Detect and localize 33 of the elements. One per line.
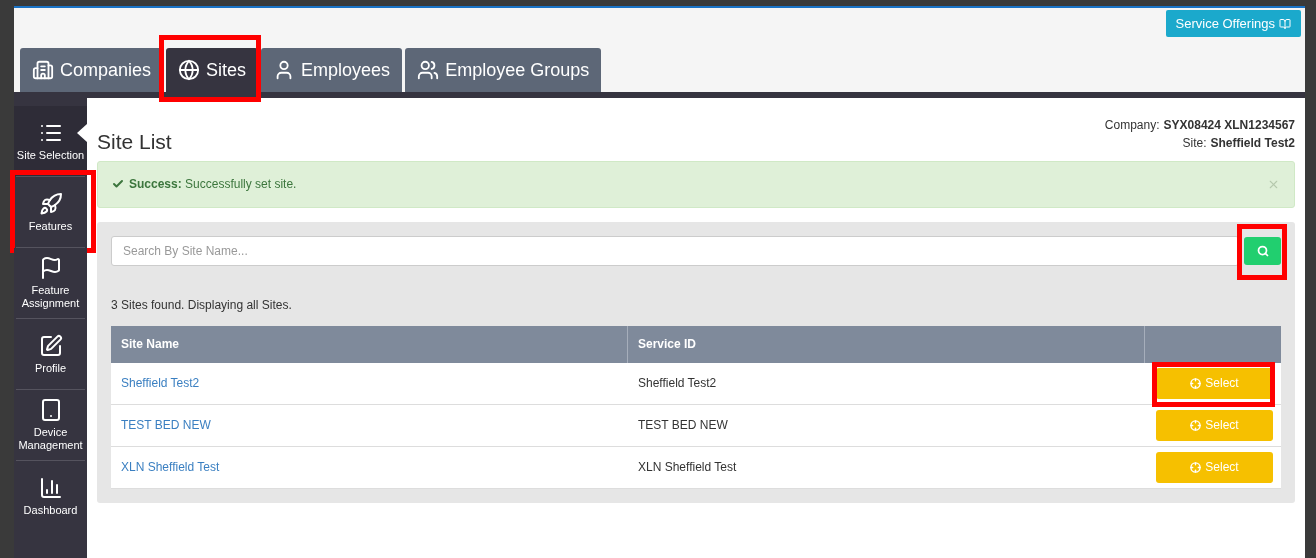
edit-icon xyxy=(38,333,63,358)
table-cell-text: XLN Sheffield Test xyxy=(637,459,738,476)
tab[interactable]: Sites xyxy=(166,48,259,92)
company-label: Company: xyxy=(1104,117,1160,134)
building-icon xyxy=(32,59,54,81)
page-title: Site List xyxy=(97,129,172,155)
crosshair-icon xyxy=(1190,419,1202,431)
site-value: Sheffield Test2 xyxy=(1210,135,1295,152)
check-icon xyxy=(112,178,124,190)
bar-chart-icon xyxy=(38,475,63,500)
crosshair-icon xyxy=(1190,461,1202,473)
tab[interactable]: Employees xyxy=(261,48,403,92)
crosshair-icon xyxy=(1190,377,1202,389)
company-value: SYX08424 XLN1234567 xyxy=(1163,117,1295,134)
site-link[interactable]: TEST BED NEW xyxy=(121,418,211,432)
search-field[interactable]: Search By Site Name... xyxy=(111,235,1239,266)
column-header: Service ID xyxy=(628,325,1145,363)
tab[interactable]: Employee Groups xyxy=(405,48,602,92)
search-button[interactable] xyxy=(1244,236,1281,265)
rocket-icon xyxy=(38,191,63,216)
sidebar-item[interactable]: Site Selection xyxy=(14,106,87,176)
globe-icon xyxy=(178,59,201,81)
site-link[interactable]: Sheffield Test2 xyxy=(121,376,200,390)
result-count: 3 Sites found. Displaying all Sites. xyxy=(111,296,293,314)
table-cell-text: TEST BED NEW xyxy=(637,417,729,434)
book-icon xyxy=(1279,17,1291,30)
users-icon xyxy=(417,59,440,81)
alert-message: Success: Successfully set site. xyxy=(129,176,297,193)
site-label: Site: xyxy=(1182,135,1207,152)
table-cell-text: Sheffield Test2 xyxy=(637,375,718,392)
search-icon xyxy=(1256,244,1269,257)
column-header: Site Name xyxy=(111,325,628,363)
site-link[interactable]: XLN Sheffield Test xyxy=(121,460,220,474)
